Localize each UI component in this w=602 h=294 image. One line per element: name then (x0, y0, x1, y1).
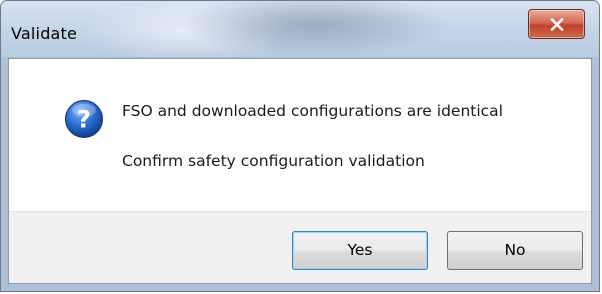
message-area: ? FSO and downloaded configurations are … (9, 59, 591, 211)
close-icon (550, 18, 564, 31)
yes-button[interactable]: Yes (292, 231, 428, 270)
no-button[interactable]: No (447, 231, 583, 270)
window-title: Validate (11, 24, 78, 43)
dialog-client-area: ? FSO and downloaded configurations are … (8, 58, 592, 284)
message-line-1: FSO and downloaded configurations are id… (122, 102, 503, 120)
message-line-2: Confirm safety configuration validation (122, 152, 425, 170)
button-bar: Yes No (9, 211, 591, 283)
close-button[interactable] (528, 9, 585, 39)
dialog-window: Validate ? FSO and downloaded configurat… (0, 0, 600, 292)
question-icon: ? (65, 100, 103, 138)
svg-text:?: ? (77, 106, 91, 134)
title-bar[interactable]: Validate (1, 1, 599, 57)
